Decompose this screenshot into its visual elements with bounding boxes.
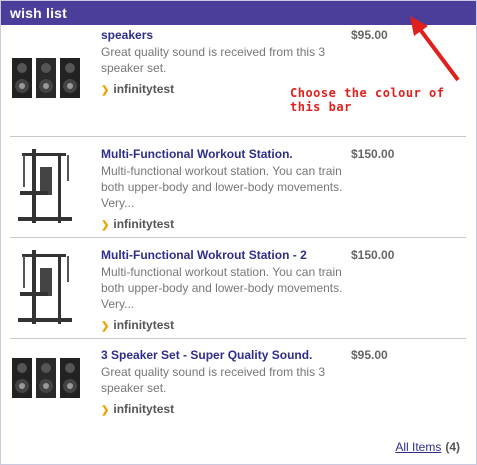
- seller-name: infinitytest: [113, 318, 175, 332]
- item-price: $150.00: [351, 147, 395, 161]
- chevron-right-icon: ❯: [101, 321, 110, 332]
- workout-station-image[interactable]: [10, 147, 82, 229]
- divider: [10, 136, 466, 137]
- item-title-link[interactable]: Multi-Functional Wokrout Station - 2: [101, 248, 351, 263]
- item-count: (4): [445, 440, 460, 454]
- chevron-right-icon: ❯: [101, 220, 110, 231]
- item-title-link[interactable]: 3 Speaker Set - Super Quality Sound.: [101, 348, 351, 363]
- divider: [10, 338, 466, 339]
- seller-name: infinitytest: [113, 402, 175, 416]
- chevron-right-icon: ❯: [101, 405, 110, 416]
- seller-name: infinitytest: [113, 217, 175, 231]
- item-seller-link[interactable]: ❯ infinitytest: [101, 402, 351, 416]
- chevron-right-icon: ❯: [101, 85, 110, 96]
- workout-station-image[interactable]: [10, 248, 82, 330]
- item-title-link[interactable]: speakers: [101, 28, 351, 43]
- item-price: $95.00: [351, 348, 388, 362]
- item-description: Great quality sound is received from thi…: [101, 45, 326, 75]
- item-price: $95.00: [351, 28, 388, 42]
- divider: [10, 237, 466, 238]
- item-seller-link[interactable]: ❯ infinitytest: [101, 217, 351, 231]
- item-description: Great quality sound is received from thi…: [101, 365, 326, 395]
- wish-list-title: wish list: [10, 5, 68, 21]
- item-description: Multi-functional workout station. You ca…: [101, 265, 343, 311]
- item-title-link[interactable]: Multi-Functional Workout Station.: [101, 147, 351, 162]
- item-description: Multi-functional workout station. You ca…: [101, 164, 343, 210]
- item-seller-link[interactable]: ❯ infinitytest: [101, 318, 351, 332]
- all-items-link[interactable]: All Items: [395, 440, 441, 454]
- item-price: $150.00: [351, 248, 395, 262]
- annotation-arrow-icon: [410, 16, 460, 82]
- seller-name: infinitytest: [113, 82, 175, 96]
- speaker-set-image[interactable]: [10, 348, 82, 430]
- wish-list-footer: All Items (4): [395, 440, 460, 454]
- annotation-text: Choose the colour of this bar: [290, 86, 445, 114]
- speaker-set-image[interactable]: [10, 28, 82, 110]
